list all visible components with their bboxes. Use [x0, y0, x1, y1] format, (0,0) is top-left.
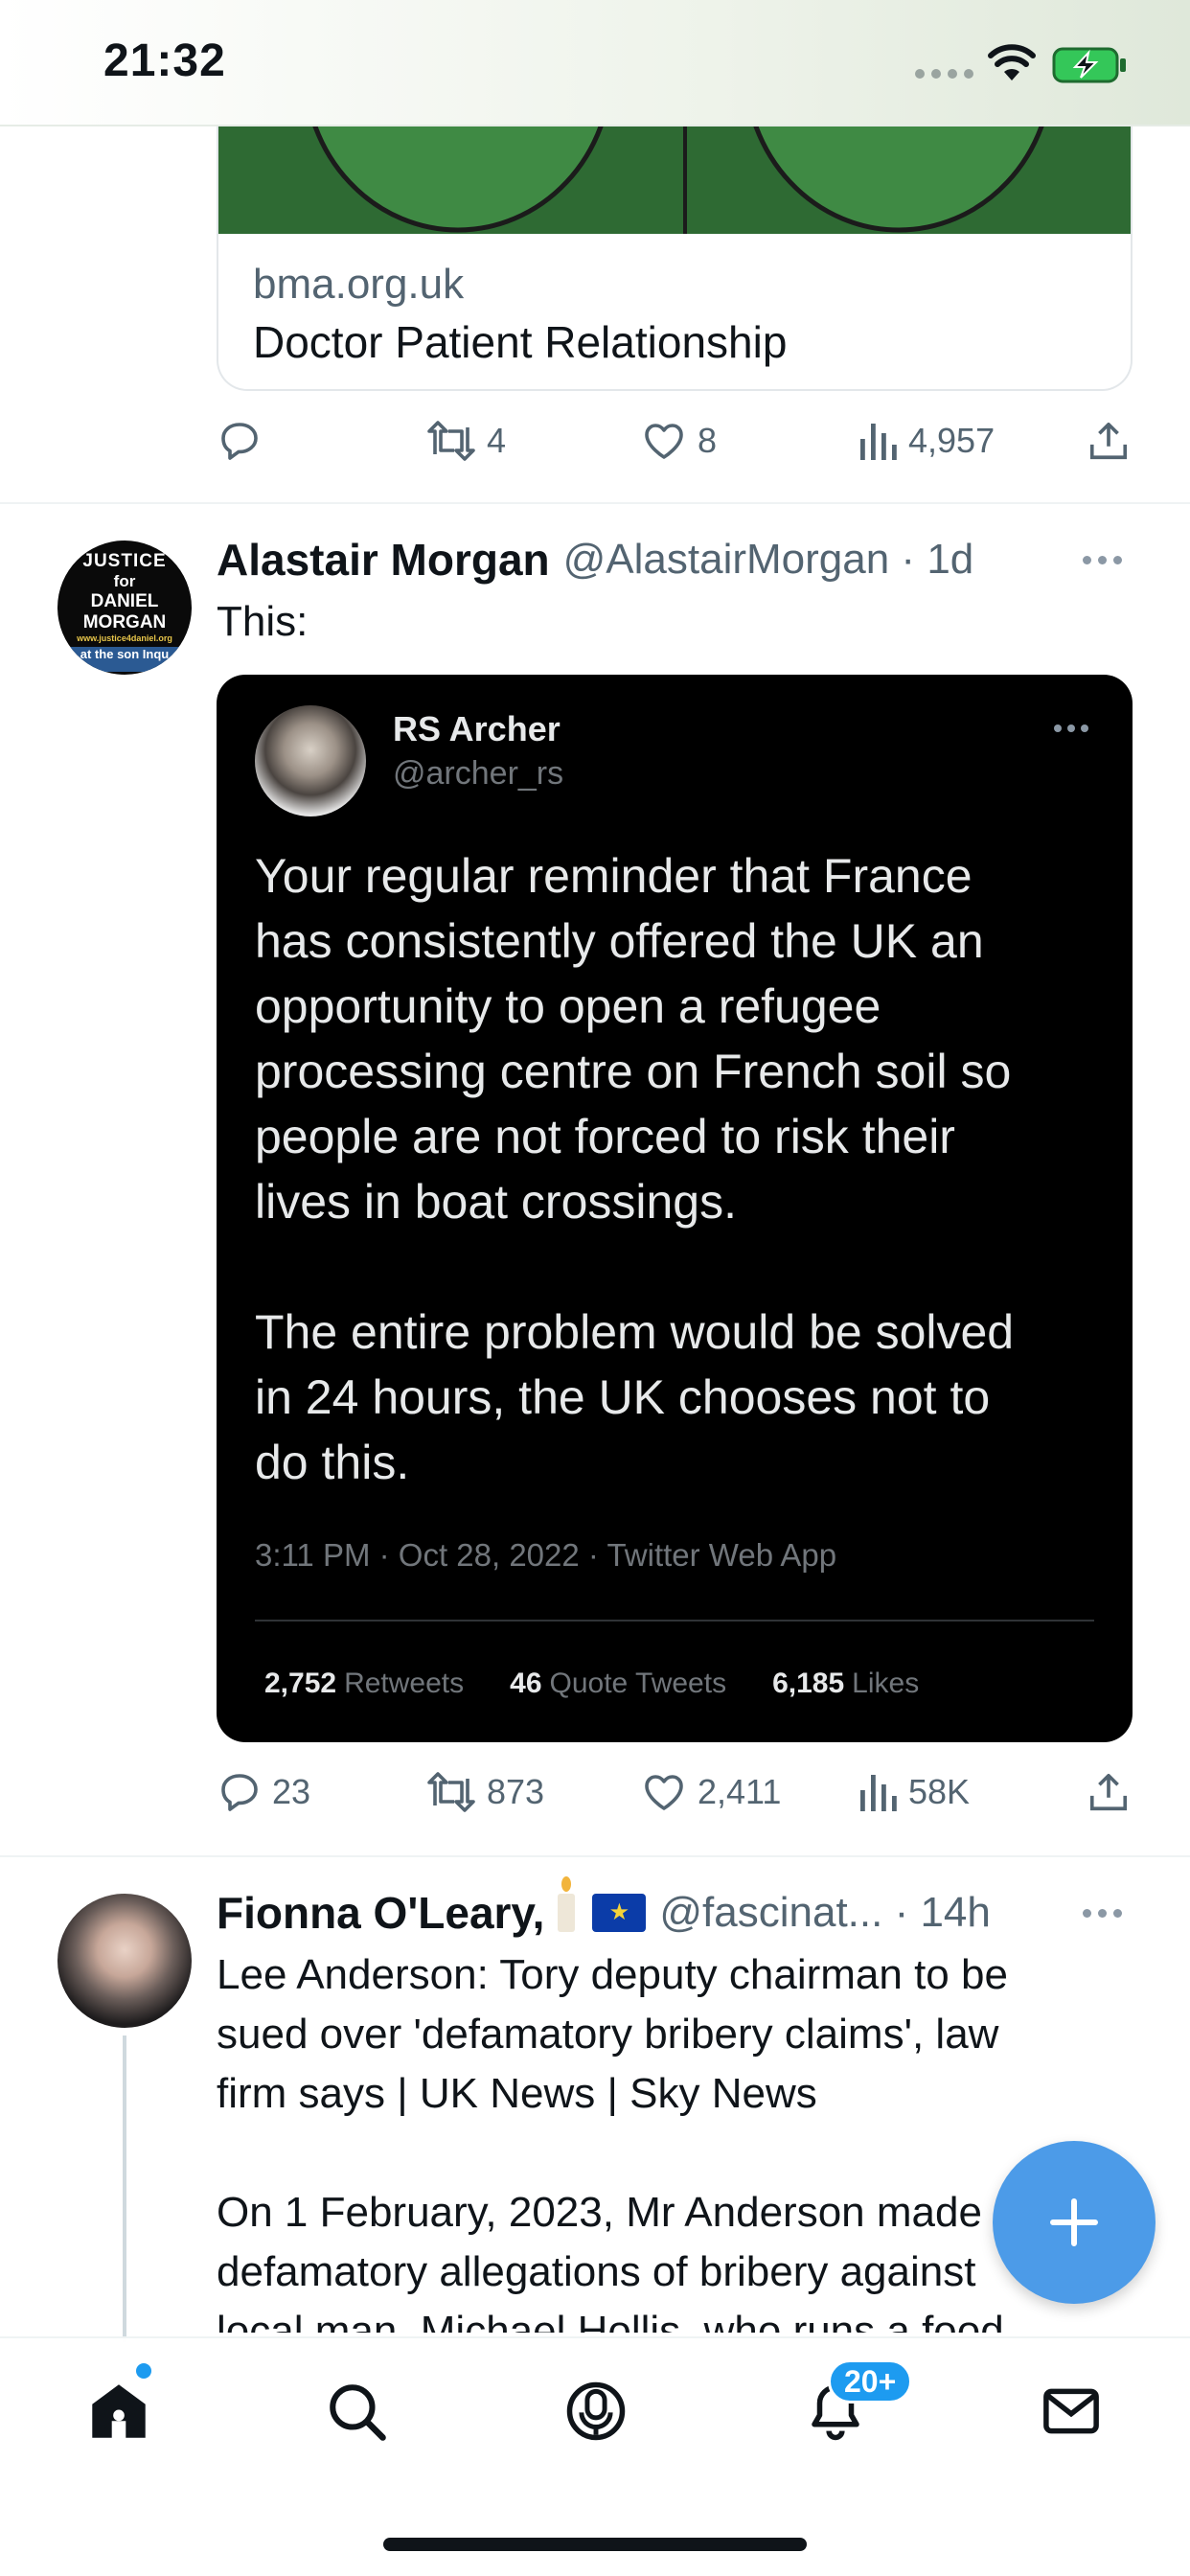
- embedded-avatar: [255, 705, 366, 816]
- views-button[interactable]: 58K: [857, 1763, 970, 1821]
- home-icon: [92, 2384, 146, 2438]
- embedded-author-name: RS Archer: [393, 709, 561, 748]
- link-card-title: Doctor Patient Relationship: [253, 317, 788, 367]
- link-card[interactable]: bma.org.uk Doctor Patient Relationship: [217, 96, 1133, 391]
- share-icon: [1089, 1773, 1128, 1811]
- share-button[interactable]: [1087, 1763, 1131, 1821]
- retweet-icon: [427, 421, 475, 461]
- reply-button[interactable]: [217, 412, 272, 470]
- share-icon: [1089, 422, 1128, 460]
- candle-emoji-icon: [558, 1876, 576, 1932]
- author-handle[interactable]: @AlastairMorgan · 1d: [563, 536, 974, 584]
- tab-search[interactable]: [318, 2373, 395, 2450]
- author-name[interactable]: Alastair Morgan: [217, 534, 550, 586]
- embedded-stats: 2,752 Retweets 46 Quote Tweets 6,185 Likes: [264, 1668, 920, 1699]
- views-icon: [860, 1775, 897, 1811]
- embedded-handle: @archer_rs: [393, 755, 564, 792]
- heart-icon: [645, 1775, 683, 1810]
- tweet-text: This:: [217, 598, 309, 645]
- like-count: 8: [698, 421, 718, 460]
- reply-count: 23: [272, 1772, 311, 1811]
- author-handle[interactable]: @fascinat... · 14h: [659, 1889, 991, 1937]
- like-button[interactable]: 8: [640, 412, 717, 470]
- views-count: 58K: [908, 1772, 971, 1811]
- signal-dots-icon: [915, 69, 973, 79]
- status-time: 21:32: [103, 35, 226, 86]
- like-count: 2,411: [698, 1772, 782, 1811]
- views-button[interactable]: 4,957: [857, 412, 995, 470]
- tweet-actions: 23 873 2,411 58K: [217, 1763, 1136, 1821]
- reply-icon: [221, 423, 258, 460]
- divider: [0, 502, 1190, 504]
- retweet-button[interactable]: 873: [425, 1763, 544, 1821]
- views-icon: [860, 424, 897, 460]
- embedded-meta: 3:11 PM · Oct 28, 2022 · Twitter Web App: [255, 1537, 837, 1573]
- embedded-tweet-text: Your regular reminder that France has co…: [255, 849, 1015, 1489]
- search-icon: [330, 2384, 386, 2441]
- tab-messages[interactable]: [1033, 2373, 1110, 2450]
- new-content-indicator: [136, 2363, 151, 2379]
- heart-icon: [645, 424, 683, 459]
- avatar[interactable]: [57, 1894, 192, 2028]
- divider: [0, 1855, 1190, 1857]
- tweet-actions: 4 8 4,957: [217, 412, 1136, 470]
- like-button[interactable]: 2,411: [640, 1763, 781, 1821]
- tweet-text: Lee Anderson: Tory deputy chairman to be…: [217, 1951, 1008, 2333]
- reply-button[interactable]: 23: [217, 1763, 310, 1821]
- notifications-badge: 20+: [828, 2359, 913, 2404]
- retweet-count: 4: [487, 421, 507, 460]
- eu-flag-icon: [592, 1894, 647, 1932]
- status-bar: 21:32: [0, 0, 1190, 126]
- retweet-count: 873: [487, 1772, 545, 1811]
- link-card-domain: bma.org.uk: [253, 261, 465, 308]
- home-indicator[interactable]: [383, 2538, 807, 2551]
- views-count: 4,957: [908, 421, 995, 460]
- compose-button[interactable]: [993, 2141, 1156, 2304]
- avatar[interactable]: JUSTICE for DANIEL MORGAN www.justice4da…: [57, 540, 192, 675]
- embedded-divider: [255, 1620, 1094, 1622]
- tweet-header: Alastair Morgan @AlastairMorgan · 1d: [217, 531, 973, 588]
- wifi-icon: [987, 44, 1037, 87]
- mail-icon: [1043, 2388, 1099, 2434]
- reply-icon: [221, 1774, 258, 1811]
- plus-icon: [1050, 2198, 1098, 2246]
- more-options-button[interactable]: [1083, 556, 1122, 564]
- more-options-button[interactable]: [1083, 1909, 1122, 1918]
- tab-home[interactable]: [80, 2373, 157, 2450]
- retweet-icon: [427, 1772, 475, 1812]
- thread-line: [123, 2036, 126, 2342]
- retweet-button[interactable]: 4: [425, 412, 506, 470]
- tweet-header: Fionna O'Leary, @fascinat... · 14h: [217, 1876, 991, 1942]
- share-button[interactable]: [1087, 412, 1131, 470]
- author-name[interactable]: Fionna O'Leary,: [217, 1887, 544, 1939]
- embedded-more-icon: [1054, 724, 1088, 732]
- tweet-image[interactable]: RS Archer @archer_rs Your regular remind…: [217, 675, 1133, 1742]
- tab-spaces[interactable]: [558, 2373, 634, 2450]
- battery-charging-icon: [1052, 46, 1129, 89]
- spaces-icon: [566, 2381, 626, 2441]
